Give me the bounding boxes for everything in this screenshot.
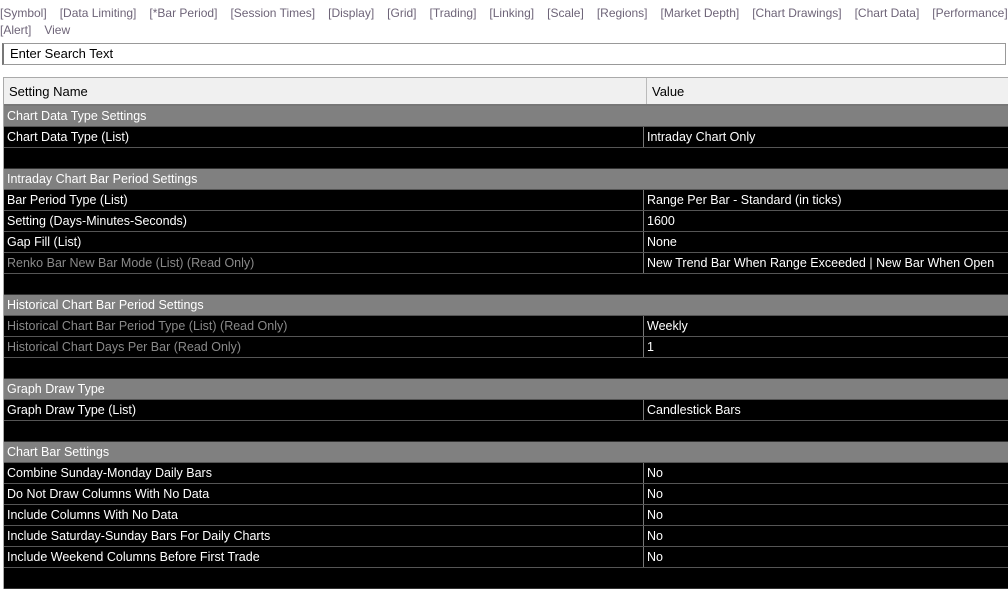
table-row[interactable]: Do Not Draw Columns With No Data No — [4, 484, 1008, 505]
setting-value[interactable]: No — [644, 463, 1008, 483]
menu-tab[interactable]: [Market Depth] — [661, 5, 740, 22]
column-header-value[interactable]: Value — [647, 78, 684, 104]
section-header[interactable]: Chart Data Type Settings — [4, 106, 1008, 127]
section-header[interactable]: Chart Bar Settings — [4, 442, 1008, 463]
section-header[interactable]: Intraday Chart Bar Period Settings — [4, 169, 1008, 190]
setting-name: Combine Sunday-Monday Daily Bars — [4, 463, 644, 483]
table-row[interactable]: Bar Period Type (List) Range Per Bar - St… — [4, 190, 1008, 211]
setting-name: Setting (Days-Minutes-Seconds) — [4, 211, 644, 231]
menu-tab[interactable]: [Alert] — [0, 22, 31, 39]
blank-row — [4, 568, 1008, 589]
table-row[interactable]: Setting (Days-Minutes-Seconds) 1600 — [4, 211, 1008, 232]
blank-row — [4, 421, 1008, 442]
table-row[interactable]: Include Columns With No Data No — [4, 505, 1008, 526]
menu-tab[interactable]: [Performance] — [932, 5, 1007, 22]
setting-name: Include Saturday-Sunday Bars For Daily C… — [4, 526, 644, 546]
table-header: Setting Name Value — [4, 78, 1008, 106]
setting-value: New Trend Bar When Range Exceeded | New … — [647, 256, 995, 270]
setting-value: Weekly — [647, 319, 688, 333]
search-input[interactable]: Enter Search Text — [2, 43, 1006, 65]
menu-tab[interactable]: [Trading] — [430, 5, 477, 22]
blank-row — [4, 148, 1008, 169]
menu-tab[interactable]: [Chart Data] — [855, 5, 920, 22]
setting-value: 1 — [647, 340, 654, 354]
table-row[interactable]: Include Weekend Columns Before First Tra… — [4, 547, 1008, 568]
menu-row-1: [Symbol] [Data Limiting] [*Bar Period] [Ses… — [0, 5, 1008, 22]
menu-tab[interactable]: [Scale] — [547, 5, 584, 22]
menu-tab[interactable]: [Display] — [328, 5, 374, 22]
setting-name: Historical Chart Bar Period Type (List) … — [4, 316, 644, 336]
setting-value[interactable]: Range Per Bar - Standard (in ticks) — [644, 190, 1008, 210]
setting-name: Graph Draw Type (List) — [4, 400, 644, 420]
table-row[interactable]: Include Saturday-Sunday Bars For Daily C… — [4, 526, 1008, 547]
menu-tab[interactable]: [Grid] — [387, 5, 416, 22]
blank-row — [4, 358, 1008, 379]
setting-value[interactable]: None — [644, 232, 1008, 252]
table-row[interactable]: Graph Draw Type (List) Candlestick Bars — [4, 400, 1008, 421]
settings-table: Setting Name Value Chart Data Type Setti… — [3, 77, 1008, 589]
menu-tab[interactable]: [Regions] — [597, 5, 648, 22]
menu-tab[interactable]: [*Bar Period] — [149, 5, 217, 22]
setting-name: Chart Data Type (List) — [4, 127, 644, 147]
menu-row-2: [Alert] View — [0, 22, 1008, 39]
setting-value[interactable]: 1600 — [644, 211, 1008, 231]
table-row[interactable]: Historical Chart Bar Period Type (List) … — [4, 316, 1008, 337]
table-body: Chart Data Type Settings Chart Data Type … — [4, 106, 1008, 589]
table-row[interactable]: Renko Bar New Bar Mode (List) (Read Only… — [4, 253, 1008, 274]
menu-tab[interactable]: [Session Times] — [230, 5, 315, 22]
setting-value[interactable]: No — [644, 547, 1008, 567]
menu-tab[interactable]: View — [44, 22, 70, 39]
setting-name: Historical Chart Days Per Bar (Read Only… — [4, 337, 644, 357]
menu-tab[interactable]: [Linking] — [489, 5, 534, 22]
menu-tab[interactable]: [Chart Drawings] — [752, 5, 841, 22]
setting-value[interactable]: Candlestick Bars — [644, 400, 1008, 420]
settings-menu: [Symbol] [Data Limiting] [*Bar Period] [Ses… — [0, 5, 1008, 39]
setting-name: Include Weekend Columns Before First Tra… — [4, 547, 644, 567]
section-header[interactable]: Historical Chart Bar Period Settings — [4, 295, 1008, 316]
column-header-setting-name[interactable]: Setting Name — [4, 78, 647, 104]
setting-value[interactable]: No — [644, 526, 1008, 546]
setting-name: Renko Bar New Bar Mode (List) (Read Only… — [4, 253, 644, 273]
menu-tab[interactable]: [Data Limiting] — [60, 5, 137, 22]
blank-row — [4, 274, 1008, 295]
setting-name: Do Not Draw Columns With No Data — [4, 484, 644, 504]
setting-value[interactable]: Intraday Chart Only — [644, 127, 1008, 147]
menu-tab[interactable]: [Symbol] — [0, 5, 47, 22]
setting-name: Gap Fill (List) — [4, 232, 644, 252]
table-row[interactable]: Combine Sunday-Monday Daily Bars No — [4, 463, 1008, 484]
setting-value[interactable]: No — [644, 484, 1008, 504]
table-row[interactable]: Historical Chart Days Per Bar (Read Only… — [4, 337, 1008, 358]
table-row[interactable]: Chart Data Type (List) Intraday Chart Onl… — [4, 127, 1008, 148]
setting-value[interactable]: No — [644, 505, 1008, 525]
section-header[interactable]: Graph Draw Type — [4, 379, 1008, 400]
setting-name: Include Columns With No Data — [4, 505, 644, 525]
setting-name: Bar Period Type (List) — [4, 190, 644, 210]
table-row[interactable]: Gap Fill (List) None — [4, 232, 1008, 253]
